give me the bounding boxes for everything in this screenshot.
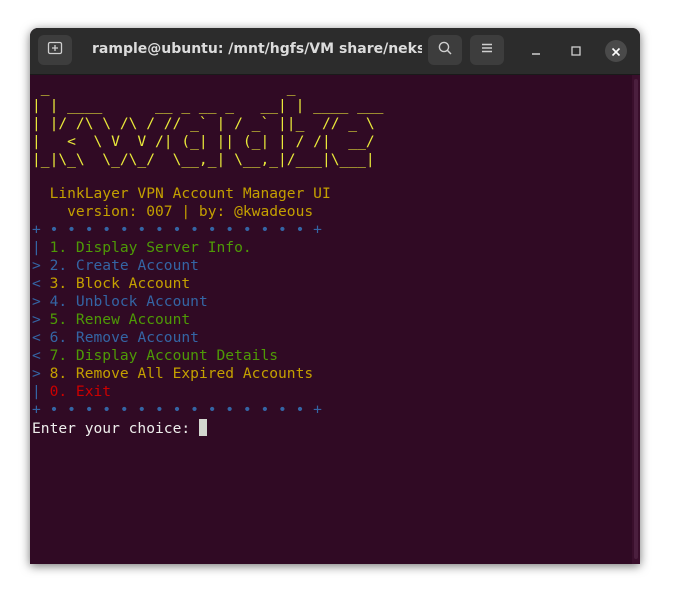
menu-button[interactable] <box>470 35 504 65</box>
hamburger-menu-icon <box>479 40 495 60</box>
title-bar: rample@ubuntu: /mnt/hgfs/VM share/neksg <box>30 28 640 75</box>
minimize-icon <box>530 42 542 61</box>
version-line: version: 007 | by: @kwadeous <box>32 203 314 220</box>
app-name-line: LinkLayer VPN Account Manager UI <box>32 185 331 202</box>
scrollbar-thumb[interactable] <box>634 79 638 559</box>
close-icon <box>611 42 621 61</box>
maximize-button[interactable] <box>565 40 587 62</box>
menu-item: < 7. Display Account Details <box>32 347 279 364</box>
terminal-window: rample@ubuntu: /mnt/hgfs/VM share/neksg <box>30 28 640 564</box>
ascii-logo-line: | |/ /\ \ /\ / // _` | / _` ||_ // _ \ <box>32 115 375 132</box>
menu-item: < 6. Remove Account <box>32 329 199 346</box>
terminal-output[interactable]: _ _ | | ____ __ _ __ _ __| | ____ ___ | … <box>30 75 632 564</box>
search-icon <box>437 40 453 60</box>
menu-item: | 1. Display Server Info. <box>32 239 252 256</box>
window-title: rample@ubuntu: /mnt/hgfs/VM share/neksg <box>92 41 422 57</box>
menu-item: > 5. Renew Account <box>32 311 191 328</box>
ascii-logo-line: | < \ V V /| (_| || (_| | / /| __/ <box>32 133 375 150</box>
prompt-label: Enter your choice: <box>32 420 199 437</box>
separator-top: + • • • • • • • • • • • • • • • + <box>32 221 322 238</box>
ascii-logo-line: _ _ <box>32 79 296 96</box>
menu-item: > 4. Unblock Account <box>32 293 208 310</box>
separator-bottom: + • • • • • • • • • • • • • • • + <box>32 401 322 418</box>
ascii-logo-line: |_|\_\ \_/\_/ \__,_| \__,_|/___|\___| <box>32 151 375 168</box>
menu-item: < 3. Block Account <box>32 275 191 292</box>
menu-item: | 0. Exit <box>32 383 112 400</box>
text-cursor <box>198 419 207 436</box>
search-button[interactable] <box>428 35 462 65</box>
scrollbar[interactable] <box>632 75 640 564</box>
menu-item: > 8. Remove All Expired Accounts <box>32 365 314 382</box>
new-tab-icon <box>47 40 63 60</box>
new-tab-button[interactable] <box>38 35 72 65</box>
menu-item: > 2. Create Account <box>32 257 199 274</box>
close-button[interactable] <box>605 40 627 62</box>
minimize-button[interactable] <box>525 40 547 62</box>
input-prompt[interactable]: Enter your choice: <box>32 419 207 437</box>
maximize-icon <box>570 42 582 61</box>
ascii-logo-line: | | ____ __ _ __ _ __| | ____ ___ <box>32 97 384 114</box>
